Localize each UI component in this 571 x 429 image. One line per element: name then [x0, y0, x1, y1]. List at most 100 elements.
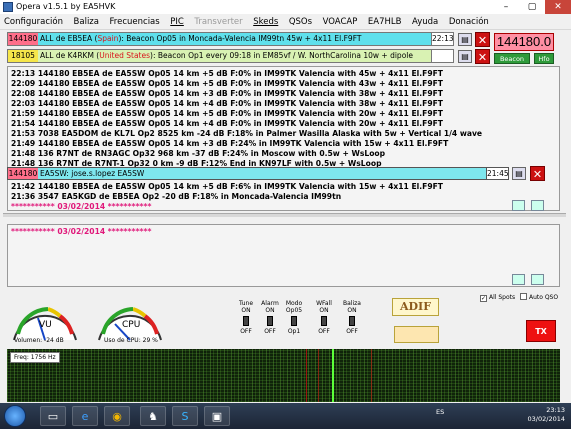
adif-button[interactable]: ADIF	[392, 298, 439, 316]
chat-bar[interactable]: 144180 EA5SW: jose.s.lopez EA5SW 21:45	[7, 167, 509, 180]
app-icon	[3, 2, 13, 12]
menu-voacap[interactable]: VOACAP	[319, 14, 362, 30]
menu-ayuda[interactable]: Ayuda	[408, 14, 442, 30]
alarm-switch[interactable]: Alarm ON OFF	[260, 300, 280, 344]
menu-frecuencias[interactable]: Frecuencias	[106, 14, 164, 30]
alarm-bottom: OFF	[264, 328, 276, 335]
log-line: 22:03 144180 EB5EA de EA5SW Op05 14 km +…	[11, 99, 443, 108]
baliza-top: ON	[347, 307, 357, 314]
minimize-button[interactable]: –	[493, 0, 519, 14]
chat-text: EA5SW: jose.s.lopez EA5SW	[40, 169, 145, 178]
log-line: 21:54 144180 EB5EA de EA5SW Op05 14 km +…	[11, 119, 443, 128]
clear-icon[interactable]	[531, 274, 544, 285]
maximize-button[interactable]: ▢	[519, 0, 545, 14]
menu-ea7hlb[interactable]: EA7HLB	[364, 14, 406, 30]
tune-switch[interactable]: Tune ON OFF	[236, 300, 256, 344]
beacon-2-monitor-icon[interactable]: ▤	[458, 50, 472, 63]
wfall-knob[interactable]	[321, 316, 327, 326]
menu-qsos[interactable]: QSOs	[285, 14, 316, 30]
beacon-2-country: United States	[99, 51, 151, 60]
opera-app-icon[interactable]: ♞	[140, 406, 166, 426]
frequency-display: 144180.0	[494, 33, 554, 51]
beacon-2-time	[431, 50, 453, 62]
alarm-top: ON	[265, 307, 275, 314]
window-title: Opera v1.5.1 by EA5HVK	[16, 2, 116, 11]
log-line: 22:09 144180 EB5EA de EA5SW Op05 14 km +…	[11, 79, 443, 88]
beacon-button[interactable]: Beacon	[494, 53, 530, 64]
menu-donacion[interactable]: Donación	[445, 14, 493, 30]
close-window-button[interactable]: ✕	[545, 0, 571, 14]
baliza-knob[interactable]	[349, 316, 355, 326]
internet-explorer-icon[interactable]: e	[72, 406, 98, 426]
log-line: 21:49 144180 EB5EA de EA5SW Op05 14 km +…	[11, 139, 449, 148]
wfall-switch[interactable]: WFall ON OFF	[314, 300, 334, 344]
clock-time: 23:13	[546, 406, 565, 414]
vu-label: VU	[39, 320, 52, 330]
log-line: 21:59 144180 EB5EA de EA5SW Op05 14 km +…	[11, 109, 443, 118]
cpu-label: CPU	[122, 320, 141, 330]
baliza-switch[interactable]: Baliza ON OFF	[342, 300, 362, 344]
copy-icon[interactable]	[512, 200, 525, 211]
spot-log: 22:13 144180 EB5EA de EA5SW Op05 14 km +…	[7, 66, 560, 211]
menu-pic[interactable]: PIC	[166, 14, 188, 30]
tune-top: ON	[241, 307, 251, 314]
log-line: 21:42 144180 EB5EA de EA5SW Op05 14 km +…	[11, 182, 443, 191]
mode-knob[interactable]	[291, 316, 297, 326]
baliza-bottom: OFF	[346, 328, 358, 335]
explorer-icon[interactable]: ▭	[40, 406, 66, 426]
clear-icon[interactable]	[531, 200, 544, 211]
alarm-knob[interactable]	[267, 316, 273, 326]
wfall-title: WFall	[316, 300, 332, 307]
copy-icon[interactable]	[512, 274, 525, 285]
date-separator: *********** 03/02/2014 ***********	[11, 227, 152, 236]
beacon-1-post: ): Beacon Op05 in Moncada-Valencia IM99t…	[118, 34, 362, 43]
chat-close-icon[interactable]: ✕	[530, 166, 545, 181]
system-clock[interactable]: 23:13 03/02/2014	[528, 406, 565, 424]
beacon-bar-2[interactable]: 18105 ALL de K4RKM (United States): Beac…	[7, 49, 454, 63]
beacon-2-pre: ALL de K4RKM (	[40, 51, 100, 60]
menu-bar: Configuración Baliza Frecuencias PIC Tra…	[0, 14, 571, 30]
tx-button[interactable]: TX	[526, 320, 556, 342]
waterfall-display[interactable]: Freq: 1756 Hz	[7, 349, 560, 402]
menu-skeds[interactable]: Skeds	[249, 14, 282, 30]
all-spots-checkbox[interactable]: ✓ All Spots	[480, 293, 515, 302]
mode-switch[interactable]: Modo Op05 Op1	[284, 300, 304, 344]
clock-date: 03/02/2014	[527, 415, 565, 423]
baliza-title: Baliza	[343, 300, 361, 307]
hfo-button[interactable]: Hfo	[534, 53, 554, 64]
beacon-bar-1[interactable]: 144180 ALL de EB5EA (Spain): Beacon Op05…	[7, 32, 454, 46]
skype-icon[interactable]: S	[172, 406, 198, 426]
start-button[interactable]	[4, 405, 26, 427]
all-spots-label: All Spots	[489, 294, 516, 301]
beacon-2-close-icon[interactable]: ✕	[475, 49, 490, 64]
language-indicator[interactable]: ES	[436, 408, 444, 416]
title-bar: Opera v1.5.1 by EA5HVK – ▢ ✕	[0, 0, 571, 14]
log-line: 22:13 144180 EB5EA de EA5SW Op05 14 km +…	[11, 69, 443, 78]
beacon-2-post: ): Beacon Op1 every 09:18 in EM85vf / W.…	[150, 51, 413, 60]
chat-freq: 144180	[8, 168, 38, 179]
beacon-1-time: 22:13	[431, 33, 454, 45]
message-log: *********** 03/02/2014 ***********	[7, 224, 560, 287]
chrome-icon[interactable]: ◉	[104, 406, 130, 426]
beacon-1-monitor-icon[interactable]: ▤	[458, 33, 472, 46]
log-line: 22:08 144180 EB5EA de EA5SW Op05 14 km +…	[11, 89, 443, 98]
tune-title: Tune	[238, 300, 254, 307]
auto-qso-label: Auto QSO	[529, 294, 559, 301]
waterfall-noise	[7, 349, 560, 402]
main-window: Opera v1.5.1 by EA5HVK – ▢ ✕ Configuraci…	[0, 0, 571, 403]
menu-configuracion[interactable]: Configuración	[0, 14, 67, 30]
splitter[interactable]	[3, 213, 566, 217]
menu-transverter[interactable]: Transverter	[190, 14, 246, 30]
beacon-1-close-icon[interactable]: ✕	[475, 32, 490, 47]
vu-caption: Volumen: -24 dB	[14, 337, 64, 344]
tune-knob[interactable]	[243, 316, 249, 326]
waterfall-freq-label: Freq: 1756 Hz	[10, 352, 60, 363]
chat-time: 21:45	[486, 168, 509, 179]
alarm-title: Alarm	[261, 300, 279, 307]
log-line: 21:36 3547 EA5KGD de EB5EA Op2 -20 dB F:…	[11, 192, 342, 201]
beacon-1-pre: ALL de EB5EA (	[40, 34, 98, 43]
monitor-icon[interactable]: ▣	[204, 406, 230, 426]
chat-monitor-icon[interactable]: ▤	[512, 167, 526, 180]
menu-baliza[interactable]: Baliza	[70, 14, 103, 30]
auto-qso-checkbox[interactable]: Auto QSO	[520, 293, 558, 302]
